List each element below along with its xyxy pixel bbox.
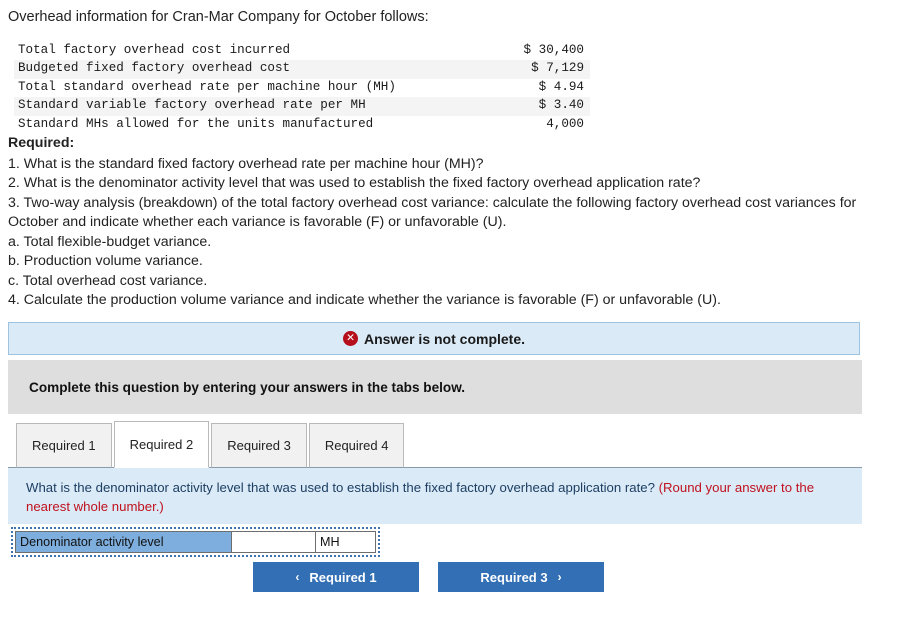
fact-value: $ 4.94 [538, 79, 584, 94]
next-required-button[interactable]: Required 3 › [438, 562, 604, 592]
answer-unit-label: MH [315, 531, 376, 553]
answer-input-cell[interactable] [231, 531, 316, 553]
tab-label: Required 3 [227, 438, 291, 453]
requirements-heading: Required: [8, 135, 75, 151]
chevron-left-icon: ‹ [295, 570, 300, 584]
prev-button-label: Required 1 [309, 569, 377, 585]
tab-navigation: ‹ Required 1 Required 3 › [253, 562, 604, 592]
page-title: Overhead information for Cran-Mar Compan… [8, 9, 429, 25]
tab-required-1[interactable]: Required 1 [16, 423, 112, 468]
table-row: Standard variable factory overhead rate … [14, 97, 590, 116]
denominator-activity-level-input[interactable] [236, 533, 311, 551]
chevron-right-icon: › [557, 570, 562, 584]
facts-table-body: Total factory overhead cost incurred $ 3… [14, 42, 590, 134]
tab-required-4[interactable]: Required 4 [308, 423, 405, 468]
requirement-item-3b: b. Production volume variance. [8, 253, 203, 269]
prev-required-button[interactable]: ‹ Required 1 [253, 562, 419, 592]
table-row: Denominator activity level MH [15, 531, 376, 553]
overhead-facts-table: Total factory overhead cost incurred $ 3… [14, 42, 590, 134]
tab-list: Required 1 Required 2 Required 3 Require… [16, 421, 405, 468]
requirement-item-4: 4. Calculate the production volume varia… [8, 292, 721, 308]
tab-label: Required 2 [129, 437, 194, 452]
fact-value: $ 7,129 [531, 61, 584, 76]
requirement-item-2: 2. What is the denominator activity leve… [8, 175, 701, 191]
fact-label: Budgeted fixed factory overhead cost [18, 61, 291, 76]
table-row: Total factory overhead cost incurred $ 3… [14, 42, 590, 60]
fact-value: 4,000 [546, 116, 584, 131]
requirements-block: Required: 1. What is the standard fixed … [8, 134, 901, 311]
question-panel: What is the denominator activity level t… [8, 468, 862, 524]
fact-label: Standard variable factory overhead rate … [18, 98, 366, 113]
table-row: Standard MHs allowed for the units manuf… [14, 116, 590, 134]
answer-status-banner: ✕ Answer is not complete. [8, 322, 860, 355]
fact-label: Total factory overhead cost incurred [18, 43, 291, 57]
requirement-item-3a: a. Total flexible-budget variance. [8, 233, 212, 250]
answer-table: Denominator activity level MH [15, 531, 376, 553]
error-circle-x-icon: ✕ [342, 331, 358, 346]
fact-label: Standard MHs allowed for the units manuf… [18, 116, 374, 131]
requirement-item-3c: c. Total overhead cost variance. [8, 272, 208, 289]
tab-required-3[interactable]: Required 3 [211, 423, 307, 468]
tab-label: Required 1 [32, 438, 96, 453]
next-button-label: Required 3 [480, 569, 548, 585]
tab-label: Required 4 [324, 438, 389, 453]
requirement-item-3: 3. Two-way analysis (breakdown) of the t… [8, 194, 857, 231]
instruction-text: Complete this question by entering your … [29, 379, 466, 395]
instruction-bar: Complete this question by entering your … [8, 360, 862, 414]
question-text: What is the denominator activity level t… [26, 480, 655, 495]
answer-selection-frame: Denominator activity level MH [11, 527, 380, 557]
tab-strip: Required 1 Required 2 Required 3 Require… [8, 420, 862, 468]
fact-label: Total standard overhead rate per machine… [18, 79, 396, 94]
table-row: Budgeted fixed factory overhead cost $ 7… [14, 60, 590, 79]
status-badge: Answer is not complete. [363, 330, 526, 347]
table-row: Total standard overhead rate per machine… [14, 79, 590, 97]
requirement-item-1: 1. What is the standard fixed factory ov… [8, 155, 484, 172]
answer-row-label: Denominator activity level [15, 531, 232, 553]
tab-required-2[interactable]: Required 2 [113, 421, 210, 468]
fact-value: $ 3.40 [538, 98, 584, 113]
fact-value: $ 30,400 [523, 43, 584, 57]
answer-table-body: Denominator activity level MH [15, 531, 376, 553]
status-banner-content: ✕ Answer is not complete. [342, 330, 526, 347]
